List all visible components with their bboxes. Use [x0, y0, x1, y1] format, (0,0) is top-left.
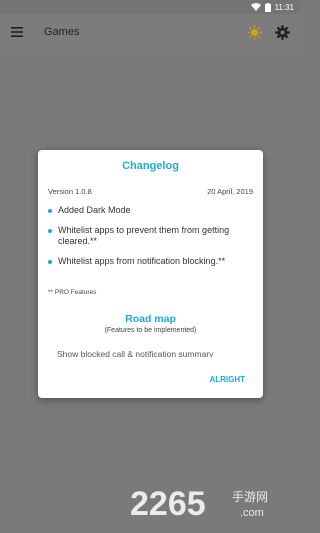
- sun-icon[interactable]: [247, 25, 262, 40]
- dialog-title: Changelog: [122, 160, 179, 172]
- battery-icon: [264, 2, 271, 12]
- app-bar: Games: [0, 14, 300, 52]
- page-title: Games: [44, 26, 80, 38]
- pro-features-note: ** PRO Features: [48, 289, 97, 296]
- menu-icon[interactable]: [11, 27, 23, 37]
- status-bar: 11:31: [0, 0, 300, 14]
- roadmap-title: Road map: [125, 313, 176, 325]
- site-watermark-logo: 2265 手游网 .com: [130, 485, 268, 523]
- roadmap-item: Show blocked call & notification summary: [57, 350, 214, 357]
- release-date: 20 April, 2019: [207, 187, 253, 196]
- list-item: Whitelist apps to prevent them from gett…: [46, 225, 256, 247]
- bullet-icon: [48, 209, 52, 213]
- version-label: Version 1.0.8: [48, 187, 92, 196]
- watermark-sub: 手游网: [232, 490, 268, 504]
- changelog-dialog: Changelog Version 1.0.8 20 April, 2019 A…: [38, 150, 263, 398]
- roadmap-subtitle: (Features to be implemented): [104, 327, 197, 334]
- gear-icon[interactable]: [275, 25, 290, 40]
- alright-button[interactable]: ALRIGHT: [209, 375, 245, 384]
- changes-list: Added Dark Mode Whitelist apps to preven…: [46, 205, 256, 276]
- bullet-icon: [48, 260, 52, 264]
- list-item: Added Dark Mode: [46, 205, 256, 216]
- bullet-icon: [48, 229, 52, 233]
- status-time: 11:31: [274, 2, 294, 12]
- watermark-number: 2265: [130, 485, 206, 523]
- wifi-icon: [250, 3, 261, 11]
- watermark-domain: .com: [240, 507, 264, 519]
- list-item: Whitelist apps from notification blockin…: [46, 256, 256, 267]
